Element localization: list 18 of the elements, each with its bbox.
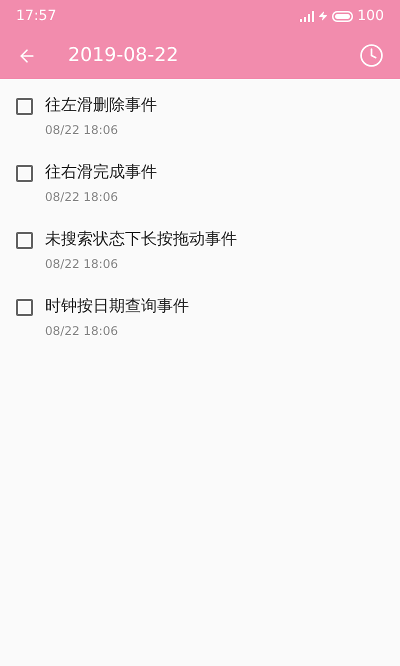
checkbox[interactable] [16, 98, 33, 115]
page-title: 2019-08-22 [68, 43, 178, 68]
checkbox[interactable] [16, 299, 33, 316]
event-time: 08/22 18:06 [45, 189, 119, 206]
battery-icon [332, 10, 354, 22]
signal-icon [300, 10, 314, 22]
event-time: 08/22 18:06 [45, 256, 119, 273]
event-title: 未搜索状态下长按拖动事件 [45, 228, 237, 250]
status-time: 17:57 [16, 6, 56, 26]
checkbox[interactable] [16, 232, 33, 249]
event-time: 08/22 18:06 [45, 122, 119, 139]
event-time: 08/22 18:06 [45, 323, 119, 340]
event-title: 往右滑完成事件 [45, 161, 157, 183]
event-title: 时钟按日期查询事件 [45, 295, 189, 317]
battery-level: 100 [357, 6, 384, 26]
checkbox[interactable] [16, 165, 33, 182]
charging-icon [318, 11, 328, 21]
event-title: 往左滑删除事件 [45, 94, 157, 116]
